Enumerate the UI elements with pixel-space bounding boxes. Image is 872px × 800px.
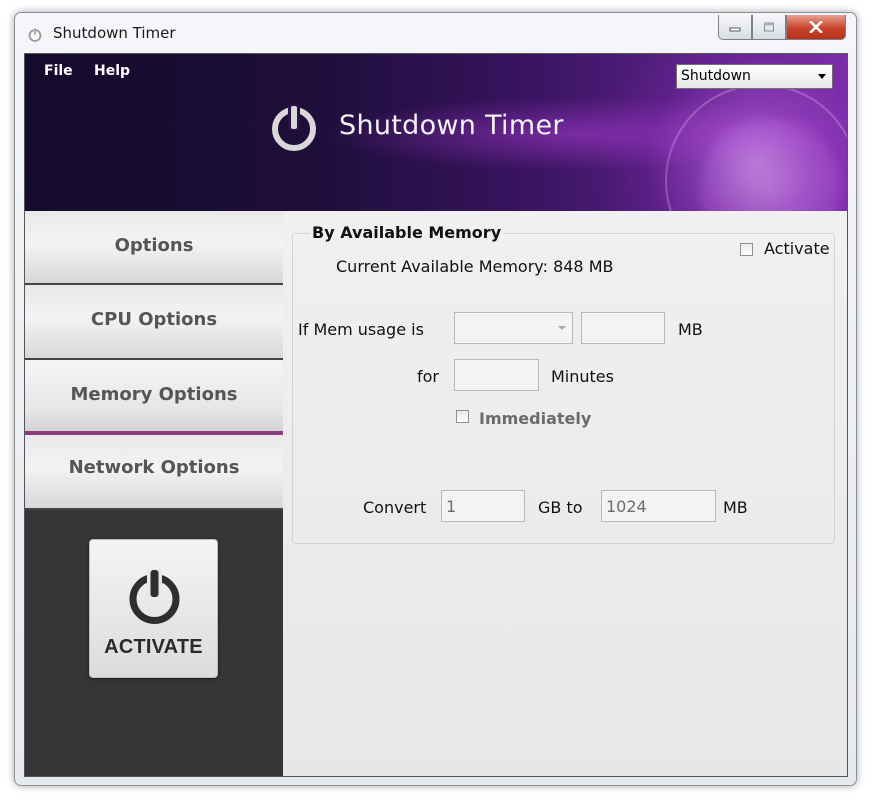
sidebar-item-label: Options <box>114 235 194 256</box>
mem-value-input[interactable] <box>581 312 665 344</box>
immediately-checkbox[interactable] <box>456 410 469 423</box>
close-icon <box>809 21 823 33</box>
menu-file[interactable]: File <box>44 63 73 79</box>
chevron-down-icon <box>558 326 566 330</box>
activate-button-label: ACTIVATE <box>104 636 203 658</box>
gb-value-text: 1 <box>446 497 457 516</box>
close-button[interactable] <box>786 15 846 40</box>
header-banner: File Help Shutdown Shutdown Timer <box>25 54 847 211</box>
sidebar-item-memory-options[interactable]: Memory Options <box>25 360 283 435</box>
for-label: for <box>417 367 439 386</box>
sidebar-item-cpu-options[interactable]: CPU Options <box>25 285 283 360</box>
minimize-button[interactable] <box>718 15 752 40</box>
activate-button[interactable]: ACTIVATE <box>89 539 218 678</box>
mb-label: MB <box>723 498 748 517</box>
convert-label: Convert <box>363 498 427 517</box>
activate-checkbox-label: Activate <box>764 239 830 258</box>
window-title: Shutdown Timer <box>53 24 176 42</box>
mem-operator-select[interactable] <box>454 312 573 344</box>
minutes-input[interactable] <box>454 359 539 391</box>
power-icon <box>129 569 180 624</box>
gb-to-label: GB to <box>538 498 583 517</box>
sidebar-item-label: Memory Options <box>70 384 238 405</box>
mb-output-field[interactable]: 1024 <box>601 490 716 522</box>
power-icon <box>272 104 316 151</box>
sidebar-item-network-options[interactable]: Network Options <box>25 435 283 510</box>
window-controls <box>718 15 846 41</box>
sidebar-item-options[interactable]: Options <box>25 211 283 285</box>
maximize-icon <box>764 22 774 32</box>
shutdown-action-select[interactable]: Shutdown <box>676 64 833 89</box>
by-available-memory-group: By Available Memory Activate Current Ava… <box>292 223 835 544</box>
app-logo-title: Shutdown Timer <box>339 110 564 141</box>
menu-help[interactable]: Help <box>94 63 130 79</box>
sidebar-item-label: Network Options <box>68 457 240 478</box>
app-window: Shutdown Timer File Help Shutdown Shutdo… <box>14 12 857 786</box>
minimize-icon <box>729 27 741 32</box>
minutes-label: Minutes <box>551 367 614 386</box>
immediately-label: Immediately <box>479 409 592 428</box>
activate-checkbox[interactable] <box>740 243 753 256</box>
sidebar: Options CPU Options Memory Options Netwo… <box>25 211 283 776</box>
group-title: By Available Memory <box>310 223 506 242</box>
title-bar[interactable]: Shutdown Timer <box>15 13 856 53</box>
shutdown-action-value: Shutdown <box>681 68 751 84</box>
mem-unit-label: MB <box>678 320 703 339</box>
mb-value-text: 1024 <box>606 497 647 516</box>
mem-usage-label: If Mem usage is <box>298 320 424 339</box>
memory-options-panel: By Available Memory Activate Current Ava… <box>283 211 847 776</box>
maximize-button[interactable] <box>752 15 786 40</box>
chevron-down-icon <box>818 74 826 79</box>
client-area: File Help Shutdown Shutdown Timer Option… <box>24 53 848 777</box>
gb-input[interactable]: 1 <box>441 490 525 522</box>
sidebar-item-label: CPU Options <box>90 309 218 330</box>
power-icon <box>28 28 42 42</box>
current-memory-text: Current Available Memory: 848 MB <box>336 257 614 276</box>
